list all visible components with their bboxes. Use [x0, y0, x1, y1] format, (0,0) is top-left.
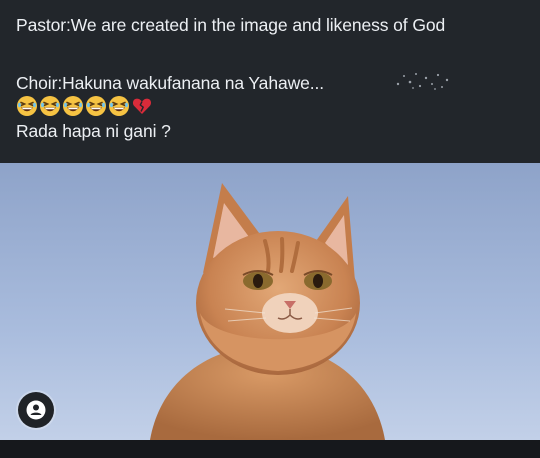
emoji-reaction-row	[16, 95, 153, 117]
grinning-squinting-face-icon	[86, 96, 106, 116]
grinning-squinting-face-icon	[109, 96, 129, 116]
caption-line-choir: Choir:Hakuna wakufanana na Yahawe...	[16, 73, 325, 93]
caption-panel: Pastor:We are created in the image and l…	[0, 0, 540, 163]
bottom-bar	[0, 440, 540, 458]
grinning-squinting-face-icon	[17, 96, 37, 116]
caption-line-question: Rada hapa ni gani ?	[16, 121, 171, 141]
grinning-squinting-face-icon	[40, 96, 60, 116]
kitten-image	[0, 163, 540, 440]
sparkles-icon	[396, 73, 449, 90]
user-avatar-icon	[26, 400, 46, 420]
meme-post: Pastor:We are created in the image and l…	[0, 0, 540, 458]
user-avatar-button[interactable]	[18, 392, 54, 428]
broken-heart-icon	[132, 98, 152, 114]
grinning-squinting-face-icon	[63, 96, 83, 116]
caption-line-pastor: Pastor:We are created in the image and l…	[16, 15, 446, 35]
kitten-photo	[0, 163, 540, 440]
